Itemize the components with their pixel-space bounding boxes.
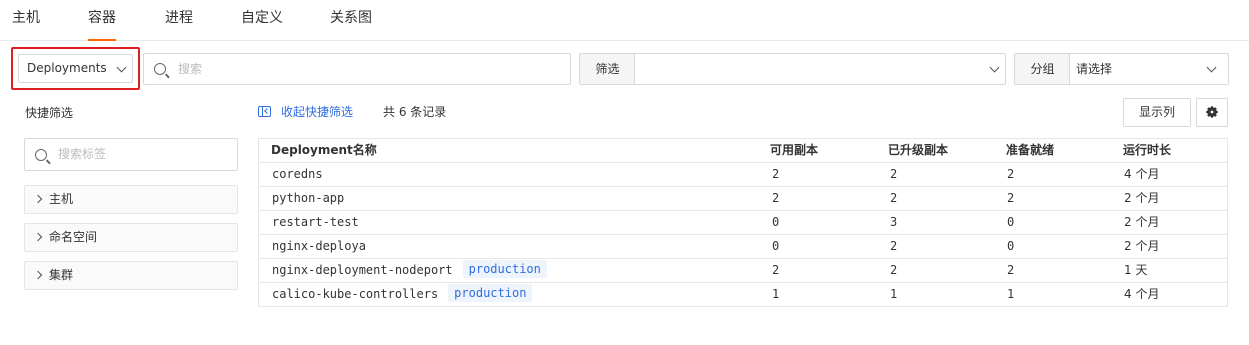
tab-label: 关系图 bbox=[330, 10, 372, 26]
quick-filter-item-label: 命名空间 bbox=[49, 230, 98, 244]
tab-container[interactable]: 容器 bbox=[88, 0, 116, 41]
main-tabs: 主机 容器 进程 自定义 关系图 bbox=[0, 0, 1249, 41]
group-label: 分组 bbox=[1014, 53, 1070, 85]
table-row[interactable]: coredns 2 2 2 4 个月 bbox=[259, 163, 1227, 187]
tab-custom[interactable]: 自定义 bbox=[241, 0, 283, 40]
updated-replicas: 3 bbox=[890, 215, 898, 229]
run-duration: 1 天 bbox=[1124, 263, 1148, 277]
table-header-row: Deployment名称 可用副本 已升级副本 准备就绪 运行时长 bbox=[259, 139, 1227, 163]
deployment-name[interactable]: nginx-deployment-nodeport bbox=[272, 263, 453, 277]
ready-replicas: 2 bbox=[1007, 167, 1015, 181]
collapse-quick-filter-label: 收起快捷筛选 bbox=[281, 105, 354, 119]
chevron-right-icon bbox=[33, 232, 43, 242]
run-duration: 2 个月 bbox=[1124, 191, 1160, 205]
tab-relation-graph[interactable]: 关系图 bbox=[330, 0, 372, 40]
table-row[interactable]: restart-test 0 3 0 2 个月 bbox=[259, 211, 1227, 235]
updated-replicas: 2 bbox=[890, 167, 898, 181]
ready-replicas: 0 bbox=[1007, 239, 1015, 253]
env-tag-badge[interactable]: production bbox=[448, 284, 533, 302]
column-header-available[interactable]: 可用副本 bbox=[770, 139, 818, 162]
group-placeholder: 请选择 bbox=[1076, 62, 1113, 76]
quick-filter-search-placeholder: 搜索标签 bbox=[58, 147, 107, 161]
quick-filter-item-host[interactable]: 主机 bbox=[24, 185, 238, 214]
available-replicas: 2 bbox=[772, 191, 780, 205]
ready-replicas: 1 bbox=[1007, 287, 1015, 301]
deployment-name[interactable]: coredns bbox=[272, 163, 323, 186]
quick-filter-item-cluster[interactable]: 集群 bbox=[24, 261, 238, 290]
column-header-ready[interactable]: 准备就绪 bbox=[1006, 139, 1054, 162]
deployment-name-cell: calico-kube-controllers production bbox=[272, 283, 533, 306]
available-replicas: 2 bbox=[772, 167, 780, 181]
run-duration: 4 个月 bbox=[1124, 287, 1160, 301]
quick-filter-item-label: 集群 bbox=[49, 268, 74, 282]
show-columns-button[interactable]: 显示列 bbox=[1123, 98, 1191, 127]
run-duration: 2 个月 bbox=[1124, 215, 1160, 229]
chevron-down-icon bbox=[1206, 62, 1217, 73]
quick-filter-item-namespace[interactable]: 命名空间 bbox=[24, 223, 238, 252]
deployment-name-cell: nginx-deployment-nodeport production bbox=[272, 259, 547, 282]
ready-replicas: 2 bbox=[1007, 191, 1015, 205]
tab-label: 主机 bbox=[12, 10, 40, 26]
active-tab-indicator bbox=[88, 39, 116, 41]
table-row[interactable]: calico-kube-controllers production 1 1 1 … bbox=[259, 283, 1227, 307]
gear-icon bbox=[1206, 106, 1218, 118]
chevron-down-icon bbox=[989, 62, 1000, 73]
column-header-updated[interactable]: 已升级副本 bbox=[888, 139, 948, 162]
available-replicas: 0 bbox=[772, 239, 780, 253]
run-duration: 4 个月 bbox=[1124, 167, 1160, 181]
column-header-name[interactable]: Deployment名称 bbox=[271, 139, 377, 162]
deployment-name[interactable]: python-app bbox=[272, 187, 344, 210]
table-row[interactable]: python-app 2 2 2 2 个月 bbox=[259, 187, 1227, 211]
available-replicas: 1 bbox=[772, 287, 780, 301]
filter-label: 筛选 bbox=[579, 53, 635, 85]
ready-replicas: 0 bbox=[1007, 215, 1015, 229]
available-replicas: 2 bbox=[772, 263, 780, 277]
collapse-panel-icon bbox=[258, 106, 271, 117]
updated-replicas: 1 bbox=[890, 287, 898, 301]
settings-button[interactable] bbox=[1196, 98, 1228, 127]
deployment-name[interactable]: calico-kube-controllers bbox=[272, 287, 438, 301]
filter-select[interactable] bbox=[634, 53, 1006, 85]
group-select[interactable]: 请选择 bbox=[1069, 53, 1229, 85]
resource-type-value: Deployments bbox=[27, 61, 107, 75]
quick-filter-title: 快捷筛选 bbox=[25, 106, 74, 120]
tab-label: 容器 bbox=[88, 10, 116, 26]
column-header-age[interactable]: 运行时长 bbox=[1123, 139, 1171, 162]
search-placeholder: 搜索 bbox=[178, 62, 203, 76]
table-row[interactable]: nginx-deployment-nodeport production 2 2 … bbox=[259, 259, 1227, 283]
ready-replicas: 2 bbox=[1007, 263, 1015, 277]
tab-process[interactable]: 进程 bbox=[165, 0, 193, 40]
available-replicas: 0 bbox=[772, 215, 780, 229]
chevron-right-icon bbox=[33, 270, 43, 280]
chevron-down-icon bbox=[116, 62, 127, 73]
updated-replicas: 2 bbox=[890, 191, 898, 205]
env-tag-badge[interactable]: production bbox=[462, 260, 547, 278]
resource-select-highlight: Deployments bbox=[11, 47, 140, 90]
deployment-name[interactable]: nginx-deploya bbox=[272, 235, 366, 258]
updated-replicas: 2 bbox=[890, 263, 898, 277]
search-input[interactable]: 搜索 bbox=[143, 53, 571, 85]
resource-type-select[interactable]: Deployments bbox=[18, 54, 133, 83]
tab-label: 自定义 bbox=[241, 10, 283, 26]
chevron-right-icon bbox=[33, 194, 43, 204]
table-row[interactable]: nginx-deploya 0 2 0 2 个月 bbox=[259, 235, 1227, 259]
tab-host[interactable]: 主机 bbox=[12, 0, 40, 40]
deployment-name[interactable]: restart-test bbox=[272, 211, 359, 234]
search-icon bbox=[35, 149, 47, 161]
deployments-table: Deployment名称 可用副本 已升级副本 准备就绪 运行时长 coredn… bbox=[258, 138, 1228, 307]
run-duration: 2 个月 bbox=[1124, 239, 1160, 253]
quick-filter-item-label: 主机 bbox=[49, 192, 74, 206]
record-count: 共 6 条记录 bbox=[383, 105, 447, 119]
quick-filter-search-input[interactable]: 搜索标签 bbox=[24, 138, 238, 171]
search-icon bbox=[154, 63, 166, 75]
updated-replicas: 2 bbox=[890, 239, 898, 253]
tab-label: 进程 bbox=[165, 10, 193, 26]
